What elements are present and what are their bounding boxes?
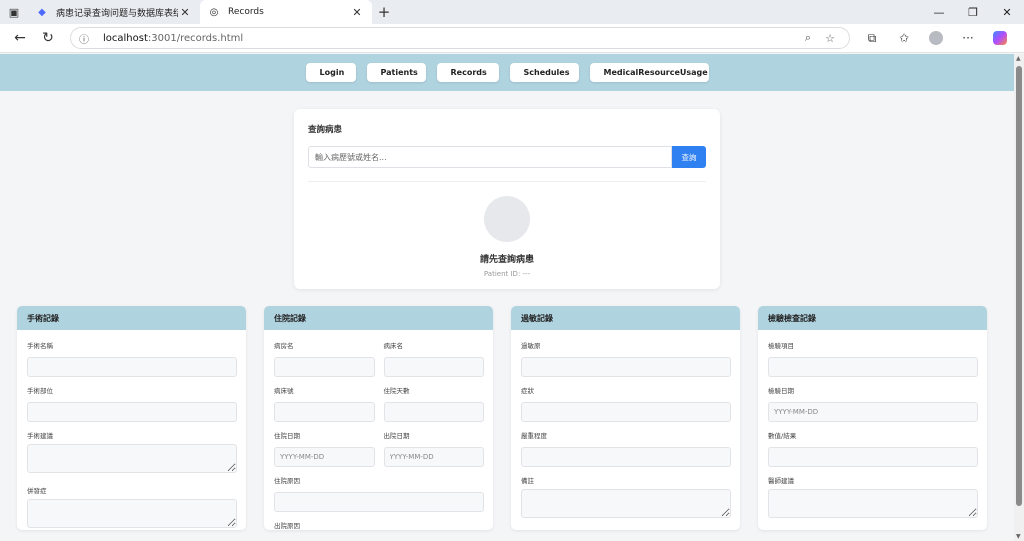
exam-record-card: 檢驗檢查記錄 檢驗項目 檢驗日期 數值/結果 醫師建議 bbox=[758, 306, 987, 530]
doctor-advice-textarea[interactable] bbox=[768, 489, 978, 518]
page-scrollbar[interactable]: ▲ ▼ bbox=[1014, 54, 1024, 541]
field-label: 手術部位 bbox=[27, 387, 53, 395]
exam-date-input[interactable] bbox=[768, 402, 978, 422]
zoom-icon[interactable]: ⌕ bbox=[797, 31, 819, 45]
record-cards: 手術記錄 手術名稱 手術部位 手術建議 併發症 住院記錄 病房名 病床名 病床號… bbox=[17, 306, 997, 530]
admission-record-card: 住院記錄 病房名 病床名 病床號 住院天數 住院日期 出院日期 住院原因 出院原… bbox=[264, 306, 493, 530]
severity-input[interactable] bbox=[521, 447, 731, 467]
nav-records-button[interactable]: Records bbox=[436, 63, 499, 82]
close-icon[interactable]: ✕ bbox=[350, 5, 364, 19]
restore-icon[interactable]: ❐ bbox=[956, 0, 990, 24]
discharge-date-input[interactable] bbox=[383, 447, 484, 467]
complication-textarea[interactable] bbox=[27, 499, 237, 528]
field-label: 備註 bbox=[521, 477, 534, 485]
field-label: 過敏原 bbox=[521, 342, 541, 350]
scroll-down-icon[interactable]: ▼ bbox=[1016, 533, 1021, 540]
patient-query-card: 查詢病患 查詢 請先查詢病患 Patient ID: --- bbox=[294, 109, 720, 289]
deepseek-whale-icon: ◆ bbox=[38, 6, 46, 18]
address-toolbar: ← ↻ ⓘ localhost:3001/records.html ⌕ ☆ ⧉ … bbox=[0, 24, 1024, 53]
divider bbox=[308, 181, 706, 182]
field-label: 手術名稱 bbox=[27, 342, 53, 350]
url-host: localhost bbox=[103, 32, 148, 44]
admit-reason-input[interactable] bbox=[274, 492, 484, 512]
field-label: 症狀 bbox=[521, 387, 534, 395]
url-text[interactable]: localhost:3001/records.html bbox=[103, 33, 797, 44]
nav-schedules-button[interactable]: Schedules bbox=[509, 63, 579, 82]
field-label: 檢驗日期 bbox=[768, 387, 794, 395]
query-title: 查詢病患 bbox=[308, 125, 343, 135]
allergy-note-textarea[interactable] bbox=[521, 489, 731, 518]
field-label: 醫師建議 bbox=[768, 477, 794, 485]
card-title: 住院記錄 bbox=[264, 306, 493, 330]
surgery-site-input[interactable] bbox=[27, 402, 237, 422]
field-label: 病床號 bbox=[274, 387, 294, 395]
browser-tab-chat[interactable]: ◆ 病患记录查询问题与数据库表结构 ✕ bbox=[28, 0, 200, 24]
site-info-icon[interactable]: ⓘ bbox=[79, 31, 93, 46]
tab-title: Records bbox=[228, 7, 264, 17]
browser-tab-strip: ▣ ◆ 病患记录查询问题与数据库表结构 ✕ ◎ Records ✕ + — ❐ … bbox=[0, 0, 1024, 24]
field-label: 數值/結果 bbox=[768, 432, 797, 440]
page-viewport: Login Patients Records Schedules Medical… bbox=[0, 54, 1014, 541]
field-label: 病床名 bbox=[383, 342, 404, 350]
globe-icon: ◎ bbox=[209, 6, 219, 18]
url-path: :3001/records.html bbox=[147, 32, 244, 44]
copilot-icon[interactable] bbox=[984, 27, 1016, 49]
surgery-advice-textarea[interactable] bbox=[27, 444, 237, 473]
allergy-record-card: 過敏記錄 過敏原 症狀 嚴重程度 備註 bbox=[511, 306, 740, 530]
query-row: 查詢 bbox=[308, 146, 706, 168]
query-button[interactable]: 查詢 bbox=[672, 146, 706, 168]
nav-patients-button[interactable]: Patients bbox=[366, 63, 426, 82]
bed-number-input[interactable] bbox=[274, 402, 375, 422]
admission-days-input[interactable] bbox=[383, 402, 484, 422]
exam-value-input[interactable] bbox=[768, 447, 978, 467]
allergen-input[interactable] bbox=[521, 357, 731, 377]
profile-icon[interactable] bbox=[920, 27, 952, 49]
card-title: 過敏記錄 bbox=[511, 306, 740, 330]
scrollbar-thumb[interactable] bbox=[1016, 66, 1022, 506]
bed-name-input[interactable] bbox=[383, 357, 484, 377]
minimize-icon[interactable]: — bbox=[922, 0, 956, 24]
more-menu-icon[interactable]: ··· bbox=[952, 27, 984, 49]
browser-tab-records[interactable]: ◎ Records ✕ bbox=[200, 0, 372, 24]
favorites-icon[interactable]: ✩ bbox=[888, 27, 920, 49]
surgery-record-card: 手術記錄 手術名稱 手術部位 手術建議 併發症 bbox=[17, 306, 246, 530]
reload-icon[interactable]: ↻ bbox=[34, 26, 62, 50]
scroll-up-icon[interactable]: ▲ bbox=[1016, 55, 1021, 62]
card-title: 手術記錄 bbox=[17, 306, 246, 330]
favorite-star-icon[interactable]: ☆ bbox=[819, 32, 841, 45]
patient-id: Patient ID: --- bbox=[483, 270, 531, 278]
field-label: 住院原因 bbox=[274, 477, 300, 485]
patient-avatar bbox=[484, 196, 530, 242]
ward-input[interactable] bbox=[274, 357, 375, 377]
tab-actions-icon[interactable]: ▣ bbox=[0, 0, 28, 24]
tab-title: 病患记录查询问题与数据库表结构 bbox=[56, 8, 178, 19]
field-label: 檢驗項目 bbox=[768, 342, 794, 350]
exam-item-input[interactable] bbox=[768, 357, 978, 377]
nav-login-button[interactable]: Login bbox=[305, 63, 356, 82]
card-title: 檢驗檢查記錄 bbox=[758, 306, 987, 330]
field-label: 住院日期 bbox=[274, 432, 300, 440]
field-label: 手術建議 bbox=[27, 432, 53, 440]
patient-name: 請先查詢病患 bbox=[479, 255, 534, 265]
admit-date-input[interactable] bbox=[274, 447, 375, 467]
surgery-name-input[interactable] bbox=[27, 357, 237, 377]
toolbar-right: ⧉ ✩ ··· bbox=[856, 27, 1016, 49]
nav-medical-resource-usage-button[interactable]: MedicalResourceUsage bbox=[589, 63, 709, 82]
field-label: 嚴重程度 bbox=[521, 432, 547, 440]
window-controls: — ❐ ✕ bbox=[922, 0, 1024, 24]
url-bar[interactable]: ⓘ localhost:3001/records.html ⌕ ☆ bbox=[70, 27, 850, 49]
extensions-icon[interactable]: ⧉ bbox=[856, 27, 888, 49]
field-label: 出院日期 bbox=[383, 432, 410, 440]
back-icon[interactable]: ← bbox=[6, 26, 34, 50]
close-icon[interactable]: ✕ bbox=[178, 5, 192, 19]
field-label: 病房名 bbox=[274, 342, 294, 350]
top-navigation: Login Patients Records Schedules Medical… bbox=[0, 54, 1014, 91]
symptom-input[interactable] bbox=[521, 402, 731, 422]
field-label: 併發症 bbox=[27, 487, 47, 495]
new-tab-icon[interactable]: + bbox=[372, 0, 396, 24]
close-window-icon[interactable]: ✕ bbox=[990, 0, 1024, 24]
field-label: 住院天數 bbox=[383, 387, 410, 395]
patient-search-input[interactable] bbox=[308, 146, 672, 168]
field-label: 出院原因 bbox=[274, 522, 300, 530]
